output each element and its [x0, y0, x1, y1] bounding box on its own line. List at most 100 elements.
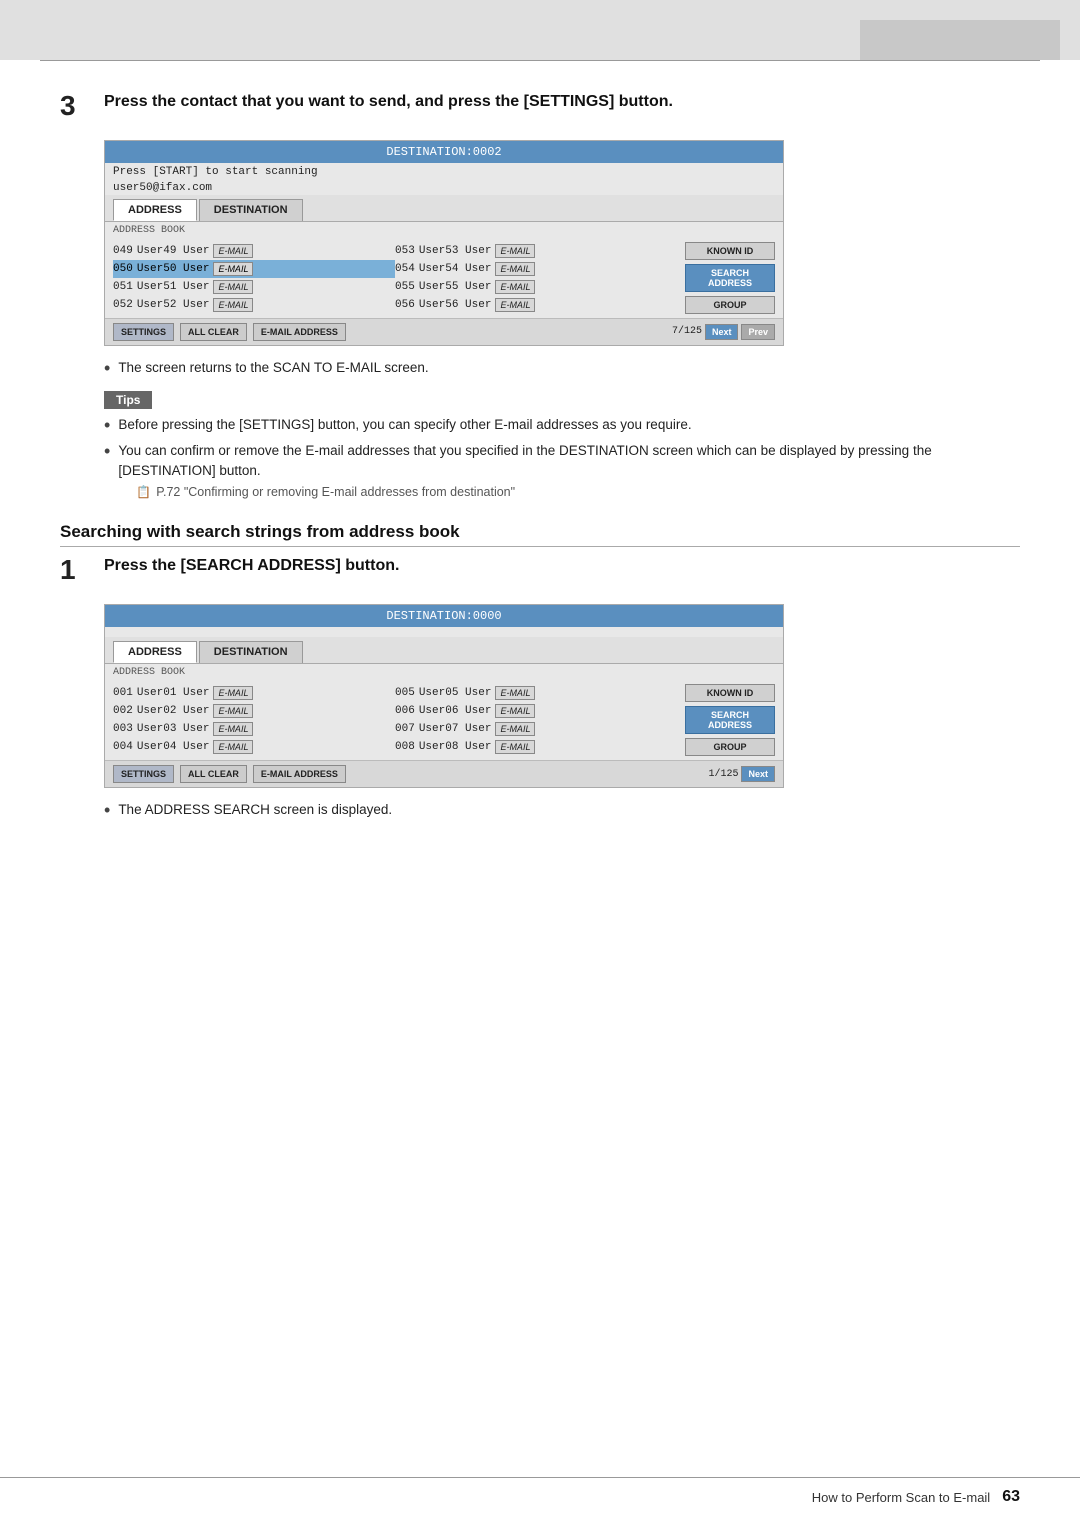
main-content: 3 Press the contact that you want to sen…	[0, 61, 1080, 872]
screen1-tabs: ADDRESS DESTINATION	[105, 195, 783, 222]
screen1-subtext2: user50@ifax.com	[105, 179, 783, 195]
screen1-row054-badge: E-MAIL	[495, 262, 535, 276]
page-footer: How to Perform Scan to E-mail 63	[0, 1477, 1080, 1506]
bullet1-text: The screen returns to the SCAN TO E-MAIL…	[118, 358, 428, 378]
tips-item1-text: Before pressing the [SETTINGS] button, y…	[118, 415, 691, 435]
bullet2-section: • The ADDRESS SEARCH screen is displayed…	[104, 800, 1020, 822]
book-icon: 📋	[136, 483, 151, 501]
top-bar-graphic	[860, 20, 1060, 60]
screen2-mockup: DESTINATION:0000 ADDRESS DESTINATION ADD…	[104, 604, 784, 788]
screen1-row052-id: 052	[113, 299, 133, 311]
screen2-row004-id: 004	[113, 741, 133, 753]
settings-button-1[interactable]: SETTINGS	[113, 323, 174, 341]
known-id-button-2[interactable]: KNOWN ID	[685, 684, 775, 702]
next-button-1[interactable]: Next	[705, 324, 739, 340]
screen2-row-002[interactable]: 002 User02 User E-MAIL	[113, 702, 395, 720]
screen1-row051-id: 051	[113, 281, 133, 293]
screen1-row049-badge: E-MAIL	[213, 244, 253, 258]
screen1-row-052[interactable]: 052 User52 User E-MAIL	[113, 296, 395, 314]
screen1-row055-badge: E-MAIL	[495, 280, 535, 294]
screen2-side-buttons: KNOWN ID SEARCH ADDRESS GROUP	[685, 684, 775, 756]
screen1-row051-badge: E-MAIL	[213, 280, 253, 294]
screen2-body: 001 User01 User E-MAIL 002 User02 User E…	[105, 680, 783, 760]
bullet2-item: • The ADDRESS SEARCH screen is displayed…	[104, 800, 1020, 822]
footer-text: How to Perform Scan to E-mail	[812, 1490, 990, 1505]
screen2-row-001[interactable]: 001 User01 User E-MAIL	[113, 684, 395, 702]
next-button-2[interactable]: Next	[741, 766, 775, 782]
tips-dot2: •	[104, 441, 110, 463]
tips-item1: • Before pressing the [SETTINGS] button,…	[104, 415, 1020, 437]
screen2-row002-name: User02 User	[137, 705, 210, 717]
screen1-row-055[interactable]: 055 User55 User E-MAIL	[395, 278, 677, 296]
email-address-button-2[interactable]: E-MAIL ADDRESS	[253, 765, 346, 783]
step1-block: 1 Press the [SEARCH ADDRESS] button.	[60, 555, 1020, 586]
screen1-row-053[interactable]: 053 User53 User E-MAIL	[395, 242, 677, 260]
screen1-row053-id: 053	[395, 245, 415, 257]
prev-button-1[interactable]: Prev	[741, 324, 775, 340]
screen1-row055-id: 055	[395, 281, 415, 293]
screen2-row003-id: 003	[113, 723, 133, 735]
screen2-col-right: 005 User05 User E-MAIL 006 User06 User E…	[395, 684, 677, 756]
screen1-page-info: 7/125 Next Prev	[672, 324, 775, 340]
screen2-row006-name: User06 User	[419, 705, 492, 717]
all-clear-button-2[interactable]: ALL CLEAR	[180, 765, 247, 783]
screen2-tabs: ADDRESS DESTINATION	[105, 637, 783, 664]
screen2-row-003[interactable]: 003 User03 User E-MAIL	[113, 720, 395, 738]
screen1-row050-name: User50 User	[137, 263, 210, 275]
screen2-page-info: 1/125 Next	[708, 766, 775, 782]
screen2-col-left: 001 User01 User E-MAIL 002 User02 User E…	[113, 684, 395, 756]
screen1-row053-badge: E-MAIL	[495, 244, 535, 258]
tips-item2-block: You can confirm or remove the E-mail add…	[118, 441, 1020, 502]
screen2-row001-id: 001	[113, 687, 133, 699]
screen2-page-number: 1/125	[708, 769, 738, 780]
tips-item2-sub-text: P.72 "Confirming or removing E-mail addr…	[156, 483, 515, 502]
screen1-columns: 049 User49 User E-MAIL 050 User50 User E…	[113, 242, 677, 314]
screen1-col-left: 049 User49 User E-MAIL 050 User50 User E…	[113, 242, 395, 314]
screen2-row006-badge: E-MAIL	[495, 704, 535, 718]
tips-dot1: •	[104, 415, 110, 437]
group-button-1[interactable]: GROUP	[685, 296, 775, 314]
screen2-row-008[interactable]: 008 User08 User E-MAIL	[395, 738, 677, 756]
known-id-button[interactable]: KNOWN ID	[685, 242, 775, 260]
tips-item2-sub: 📋 P.72 "Confirming or removing E-mail ad…	[136, 483, 1020, 502]
screen1-row-056[interactable]: 056 User56 User E-MAIL	[395, 296, 677, 314]
screen2-row003-badge: E-MAIL	[213, 722, 253, 736]
screen2-row-005[interactable]: 005 User05 User E-MAIL	[395, 684, 677, 702]
screen1-subtext1: Press [START] to start scanning	[105, 163, 783, 179]
email-address-button-1[interactable]: E-MAIL ADDRESS	[253, 323, 346, 341]
settings-button-2[interactable]: SETTINGS	[113, 765, 174, 783]
screen2-columns: 001 User01 User E-MAIL 002 User02 User E…	[113, 684, 677, 756]
group-button-2[interactable]: GROUP	[685, 738, 775, 756]
tab2-destination[interactable]: DESTINATION	[199, 641, 303, 663]
screen2-row008-name: User08 User	[419, 741, 492, 753]
screen1-header: DESTINATION:0002	[105, 141, 783, 163]
tab1-address[interactable]: ADDRESS	[113, 199, 197, 221]
screen1-row-050[interactable]: 050 User50 User E-MAIL	[113, 260, 395, 278]
screen1-col-right: 053 User53 User E-MAIL 054 User54 User E…	[395, 242, 677, 314]
screen2-row-007[interactable]: 007 User07 User E-MAIL	[395, 720, 677, 738]
search-address-button-2[interactable]: SEARCH ADDRESS	[685, 706, 775, 734]
tab1-destination[interactable]: DESTINATION	[199, 199, 303, 221]
screen1-row-049[interactable]: 049 User49 User E-MAIL	[113, 242, 395, 260]
screen2-row004-name: User04 User	[137, 741, 210, 753]
screen1-row056-name: User56 User	[419, 299, 492, 311]
screen2-row-006[interactable]: 006 User06 User E-MAIL	[395, 702, 677, 720]
screen2-row005-id: 005	[395, 687, 415, 699]
screen1-row054-name: User54 User	[419, 263, 492, 275]
bullet2-text: The ADDRESS SEARCH screen is displayed.	[118, 800, 392, 820]
screen1-row-051[interactable]: 051 User51 User E-MAIL	[113, 278, 395, 296]
screen1-row053-name: User53 User	[419, 245, 492, 257]
screen1-row056-id: 056	[395, 299, 415, 311]
all-clear-button-1[interactable]: ALL CLEAR	[180, 323, 247, 341]
screen1-row-054[interactable]: 054 User54 User E-MAIL	[395, 260, 677, 278]
step3-block: 3 Press the contact that you want to sen…	[60, 91, 1020, 122]
screen2-row007-badge: E-MAIL	[495, 722, 535, 736]
screen1-row052-name: User52 User	[137, 299, 210, 311]
screen1-side-buttons: KNOWN ID SEARCH ADDRESS GROUP	[685, 242, 775, 314]
tips-item2-text: You can confirm or remove the E-mail add…	[118, 443, 931, 478]
screen2-row-004[interactable]: 004 User04 User E-MAIL	[113, 738, 395, 756]
tab2-address[interactable]: ADDRESS	[113, 641, 197, 663]
search-address-button-1[interactable]: SEARCH ADDRESS	[685, 264, 775, 292]
screen2-row002-id: 002	[113, 705, 133, 717]
screen1-row051-name: User51 User	[137, 281, 210, 293]
